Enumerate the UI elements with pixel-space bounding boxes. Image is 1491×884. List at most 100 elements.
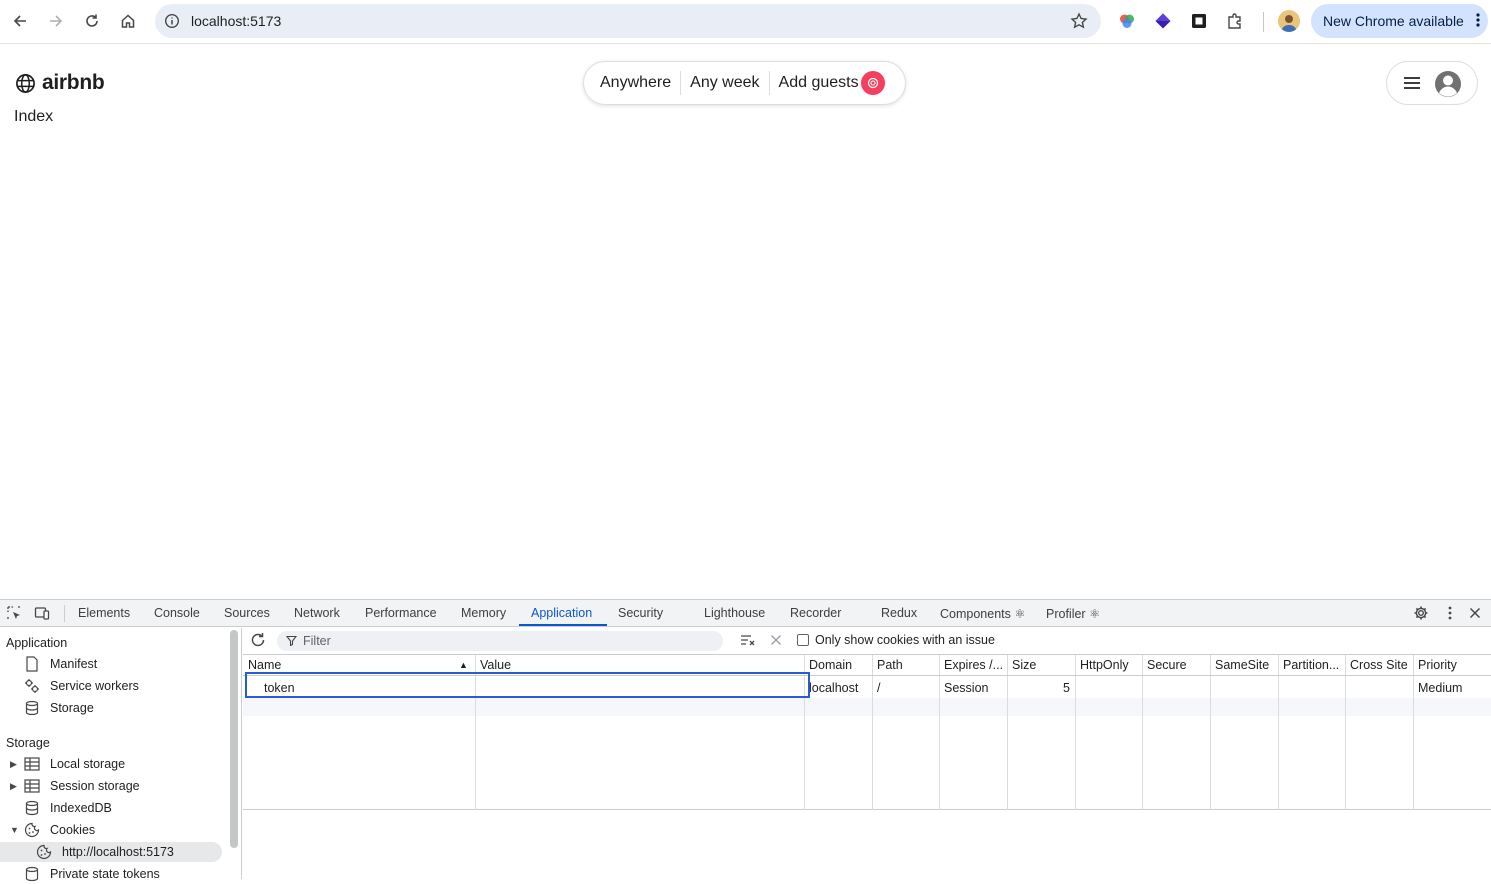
- cell-domain[interactable]: localhost: [809, 681, 858, 695]
- tab-network[interactable]: Network: [294, 606, 340, 620]
- sidebar-item-service-workers[interactable]: Service workers: [24, 676, 139, 696]
- reload-icon[interactable]: [77, 6, 107, 36]
- database-icon: [24, 700, 40, 716]
- sort-ascending-icon[interactable]: ▲: [459, 660, 468, 670]
- refresh-icon[interactable]: [250, 632, 266, 648]
- search-icon: [867, 77, 878, 89]
- active-tab-indicator: [519, 624, 607, 626]
- column-header-secure[interactable]: Secure: [1147, 658, 1187, 672]
- column-header-path[interactable]: Path: [877, 658, 903, 672]
- tab-components[interactable]: Components ⚛: [940, 606, 1026, 621]
- column-divider: [1142, 655, 1143, 810]
- column-header-cross-site[interactable]: Cross Site: [1350, 658, 1408, 672]
- column-header-samesite[interactable]: SameSite: [1215, 658, 1269, 672]
- sidebar-item-private-state-tokens[interactable]: Private state tokens: [24, 864, 160, 884]
- sidebar-item-session-storage[interactable]: ▶ Session storage: [10, 776, 140, 796]
- column-header-size[interactable]: Size: [1012, 658, 1036, 672]
- user-menu-button[interactable]: [1386, 61, 1478, 105]
- profile-avatar[interactable]: [1278, 10, 1300, 32]
- column-divider: [1210, 655, 1211, 810]
- application-sidebar: Application Manifest Service workers Sto…: [0, 628, 228, 882]
- update-label: New Chrome available: [1323, 13, 1464, 29]
- tab-divider: [64, 605, 65, 622]
- tab-performance[interactable]: Performance: [365, 606, 437, 620]
- sidebar-item-label: Private state tokens: [50, 867, 160, 881]
- address-bar[interactable]: localhost:5173: [155, 4, 1101, 38]
- tab-security[interactable]: Security: [618, 606, 663, 620]
- settings-gear-icon[interactable]: [1413, 605, 1429, 621]
- search-bar[interactable]: Anywhere Any week Add guests: [583, 61, 906, 105]
- brand-logo[interactable]: airbnb: [15, 71, 105, 95]
- tab-application[interactable]: Application: [531, 606, 592, 620]
- forward-arrow-icon[interactable]: [41, 6, 71, 36]
- tab-memory[interactable]: Memory: [461, 606, 506, 620]
- sidebar-item-indexeddb[interactable]: IndexedDB: [24, 798, 112, 818]
- sidebar-divider: [241, 628, 242, 879]
- cell-priority[interactable]: Medium: [1418, 681, 1462, 695]
- device-toolbar-icon[interactable]: [34, 605, 50, 621]
- search-button[interactable]: [860, 71, 885, 95]
- diamond-extension-icon[interactable]: [1153, 11, 1173, 31]
- sidebar-item-label: Cookies: [50, 823, 96, 837]
- sidebar-scrollbar[interactable]: [230, 630, 238, 848]
- square-extension-icon[interactable]: [1189, 11, 1209, 31]
- page-title: Index: [14, 108, 54, 125]
- column-divider: [1278, 655, 1279, 810]
- filter-funnel-icon: [286, 635, 297, 646]
- cell-expires[interactable]: Session: [944, 681, 988, 695]
- color-extension-icon[interactable]: [1117, 11, 1137, 31]
- filter-input[interactable]: Filter: [277, 631, 723, 651]
- sidebar-item-label: Session storage: [50, 779, 140, 793]
- collapse-triangle-icon[interactable]: ▼: [10, 825, 19, 835]
- column-divider: [939, 655, 940, 810]
- devtools-more-icon[interactable]: [1442, 605, 1458, 621]
- cell-size[interactable]: 5: [1063, 681, 1070, 695]
- tab-profiler[interactable]: Profiler ⚛: [1046, 606, 1100, 621]
- tab-recorder[interactable]: Recorder: [790, 606, 841, 620]
- search-any-week[interactable]: Any week: [681, 71, 768, 95]
- site-info-icon[interactable]: [163, 12, 181, 30]
- sidebar-item-cookies[interactable]: ▼ Cookies: [10, 820, 96, 840]
- column-divider: [1075, 655, 1076, 810]
- new-chrome-available-button[interactable]: New Chrome available: [1311, 4, 1488, 38]
- sidebar-item-label: IndexedDB: [50, 801, 112, 815]
- devtools-tab-bar: Elements Console Sources Network Perform…: [0, 600, 1491, 627]
- kebab-menu-icon[interactable]: [1476, 12, 1480, 28]
- database-icon: [24, 800, 40, 816]
- gears-icon: [24, 678, 40, 694]
- only-issues-checkbox[interactable]: Only show cookies with an issue: [797, 633, 995, 647]
- browser-toolbar: localhost:5173 New Chrome available: [0, 0, 1491, 44]
- column-header-partition[interactable]: Partition...: [1283, 658, 1339, 672]
- expand-triangle-icon[interactable]: ▶: [10, 759, 17, 770]
- filter-placeholder: Filter: [303, 634, 331, 648]
- sidebar-item-manifest[interactable]: Manifest: [24, 654, 97, 674]
- back-arrow-icon[interactable]: [5, 6, 35, 36]
- sidebar-item-local-storage[interactable]: ▶ Local storage: [10, 754, 125, 774]
- home-icon[interactable]: [113, 6, 143, 36]
- sidebar-item-cookie-origin[interactable]: http://localhost:5173: [36, 842, 174, 862]
- delete-selected-icon[interactable]: [770, 634, 782, 646]
- sidebar-item-storage[interactable]: Storage: [24, 698, 94, 718]
- column-header-name[interactable]: Name: [248, 658, 281, 672]
- inspect-element-icon[interactable]: [6, 605, 22, 621]
- column-header-httponly[interactable]: HttpOnly: [1080, 658, 1129, 672]
- tab-redux[interactable]: Redux: [881, 606, 917, 620]
- tab-console[interactable]: Console: [154, 606, 200, 620]
- tab-lighthouse[interactable]: Lighthouse: [704, 606, 765, 620]
- column-header-domain[interactable]: Domain: [809, 658, 852, 672]
- expand-triangle-icon[interactable]: ▶: [10, 781, 17, 792]
- extensions-puzzle-icon[interactable]: [1225, 11, 1245, 31]
- bookmark-star-icon[interactable]: [1069, 11, 1089, 31]
- column-header-priority[interactable]: Priority: [1418, 658, 1457, 672]
- brand-name: airbnb: [42, 71, 105, 94]
- search-add-guests[interactable]: Add guests: [770, 71, 859, 95]
- tab-elements[interactable]: Elements: [78, 606, 130, 620]
- cell-path[interactable]: /: [877, 681, 880, 695]
- clear-all-icon[interactable]: [740, 633, 756, 647]
- checkbox-box[interactable]: [797, 634, 809, 646]
- column-header-value[interactable]: Value: [480, 658, 511, 672]
- close-devtools-icon[interactable]: [1467, 605, 1483, 621]
- column-header-expires[interactable]: Expires /...: [944, 658, 1003, 672]
- tab-sources[interactable]: Sources: [224, 606, 270, 620]
- search-anywhere[interactable]: Anywhere: [584, 71, 680, 95]
